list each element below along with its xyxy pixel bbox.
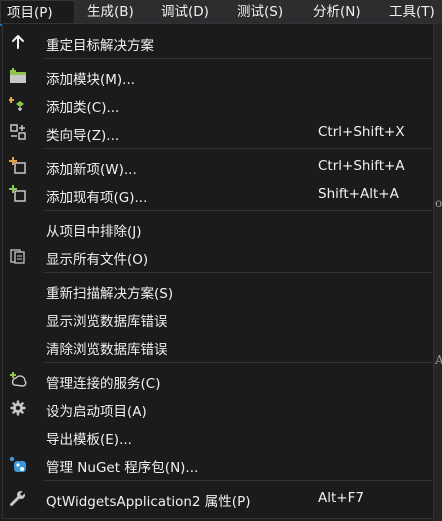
menu-item-label: 添加模块(M)... xyxy=(46,72,136,88)
menu-analyze[interactable]: 分析(N) xyxy=(301,0,377,24)
add-module-icon xyxy=(9,67,27,85)
editor-background: o A xyxy=(434,24,442,521)
menu-item-label: 从项目中排除(J) xyxy=(46,224,142,240)
menu-item-label: 添加类(C)... xyxy=(46,100,120,116)
menu-item-label: 重新扫描解决方案(S) xyxy=(46,286,174,302)
class-wizard-icon xyxy=(9,123,27,141)
project-menu-dropdown: 重定目标解决方案 添加模块(M)... 添加类(C)... 类向导(Z)... … xyxy=(2,23,434,519)
menu-test[interactable]: 测试(S) xyxy=(225,0,301,24)
menu-item-label: 管理连接的服务(C) xyxy=(46,376,161,392)
add-class-icon xyxy=(9,95,27,113)
menu-item-clear-browse-db-errors[interactable]: 清除浏览数据库错误 xyxy=(3,332,433,360)
menu-separator xyxy=(43,362,432,363)
menu-item-manage-connected-services[interactable]: 管理连接的服务(C) xyxy=(3,366,433,394)
menu-item-label: 重定目标解决方案 xyxy=(46,38,154,54)
menu-item-show-all-files[interactable]: 显示所有文件(O) xyxy=(3,242,433,270)
menu-item-label: 类向导(Z)... xyxy=(46,128,120,144)
menu-project[interactable]: 项目(P) xyxy=(0,0,75,24)
menu-item-label: 添加新项(W)... xyxy=(46,162,137,178)
nuget-icon xyxy=(9,455,27,473)
menu-item-exclude-from-project[interactable]: 从项目中排除(J) xyxy=(3,214,433,242)
editor-peek-text: A xyxy=(435,353,442,367)
gear-icon xyxy=(9,399,27,417)
menu-item-add-module[interactable]: 添加模块(M)... xyxy=(3,62,433,90)
show-all-files-icon xyxy=(9,247,27,265)
menu-separator xyxy=(43,272,432,273)
menu-item-label: 显示浏览数据库错误 xyxy=(46,314,168,330)
menu-bar: 项目(P) 生成(B) 调试(D) 测试(S) 分析(N) 工具(T) xyxy=(0,0,442,24)
menu-item-label: QtWidgetsApplication2 属性(P) xyxy=(46,494,251,510)
menu-item-shortcut: Alt+F7 xyxy=(318,490,364,506)
menu-separator xyxy=(43,148,432,149)
menu-item-label: 清除浏览数据库错误 xyxy=(46,342,168,358)
menu-debug[interactable]: 调试(D) xyxy=(149,0,225,24)
menu-item-export-template[interactable]: 导出模板(E)... xyxy=(3,422,433,450)
menu-separator xyxy=(43,58,432,59)
menu-item-retarget-solution[interactable]: 重定目标解决方案 xyxy=(3,28,433,56)
menu-item-label: 导出模板(E)... xyxy=(46,432,132,448)
menu-item-show-browse-db-errors[interactable]: 显示浏览数据库错误 xyxy=(3,304,433,332)
menu-item-class-wizard[interactable]: 类向导(Z)... Ctrl+Shift+X xyxy=(3,118,433,146)
arrow-up-icon xyxy=(9,33,27,51)
connected-services-icon xyxy=(9,371,27,389)
menu-tools[interactable]: 工具(T) xyxy=(377,0,442,24)
menu-item-add-new-item[interactable]: 添加新项(W)... Ctrl+Shift+A xyxy=(3,152,433,180)
menu-item-set-as-startup-project[interactable]: 设为启动项目(A) xyxy=(3,394,433,422)
editor-peek-text: o xyxy=(435,196,442,210)
menu-item-project-properties[interactable]: QtWidgetsApplication2 属性(P) Alt+F7 xyxy=(3,484,433,512)
menu-item-rescan-solution[interactable]: 重新扫描解决方案(S) xyxy=(3,276,433,304)
menu-separator xyxy=(43,480,432,481)
menu-item-shortcut: Ctrl+Shift+A xyxy=(318,158,405,174)
menu-separator xyxy=(43,210,432,211)
menu-item-add-existing-item[interactable]: 添加现有项(G)... Shift+Alt+A xyxy=(3,180,433,208)
menu-item-label: 管理 NuGet 程序包(N)... xyxy=(46,460,199,476)
menu-item-shortcut: Shift+Alt+A xyxy=(318,186,399,202)
menu-build[interactable]: 生成(B) xyxy=(75,0,149,24)
menu-item-label: 显示所有文件(O) xyxy=(46,252,149,268)
menu-item-manage-nuget-packages[interactable]: 管理 NuGet 程序包(N)... xyxy=(3,450,433,478)
menu-item-shortcut: Ctrl+Shift+X xyxy=(318,124,405,140)
menu-item-label: 设为启动项目(A) xyxy=(46,404,147,420)
menu-item-add-class[interactable]: 添加类(C)... xyxy=(3,90,433,118)
wrench-icon xyxy=(9,489,27,507)
add-existing-item-icon xyxy=(9,185,27,203)
menu-item-label: 添加现有项(G)... xyxy=(46,190,148,206)
add-new-item-icon xyxy=(9,157,27,175)
